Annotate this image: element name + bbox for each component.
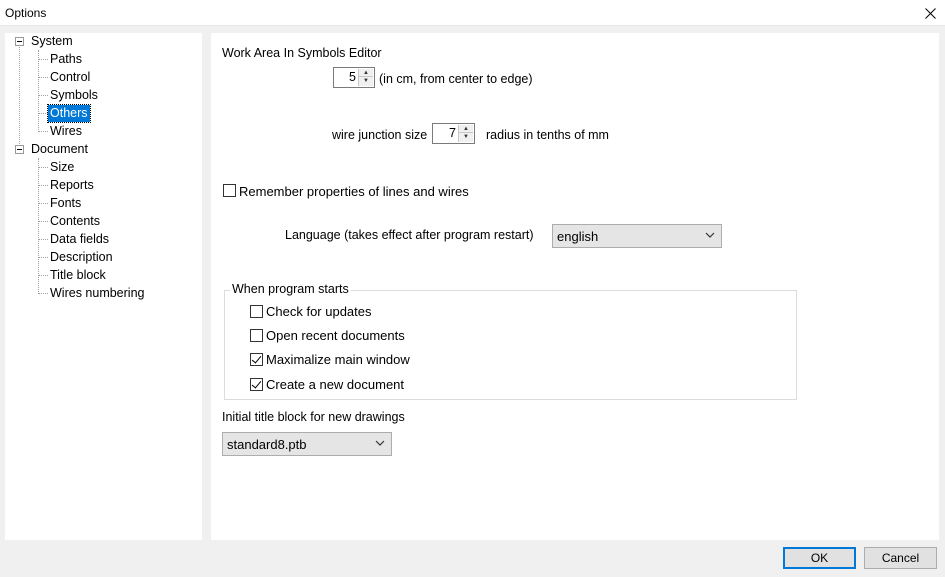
tree-item-wires[interactable]: Wires xyxy=(48,123,84,140)
language-select[interactable]: english xyxy=(552,224,722,248)
create-new-label: Create a new document xyxy=(266,377,405,392)
spin-up-icon[interactable]: ▲ xyxy=(459,125,473,133)
ok-button[interactable]: OK xyxy=(783,547,856,569)
create-new-checkbox[interactable] xyxy=(250,378,263,391)
spin-down-icon[interactable]: ▼ xyxy=(359,77,373,85)
tree-item-paths[interactable]: Paths xyxy=(48,51,84,68)
maximalize-checkbox[interactable] xyxy=(250,353,263,366)
remember-checkbox[interactable] xyxy=(223,184,236,197)
title-bar: Options xyxy=(0,0,945,26)
tree-item-description[interactable]: Description xyxy=(48,249,115,266)
junction-spinner[interactable]: 7 ▲ ▼ xyxy=(432,123,475,144)
tree-item-size[interactable]: Size xyxy=(48,159,76,176)
tree-item-title-block[interactable]: Title block xyxy=(48,267,108,284)
window-title: Options xyxy=(5,6,47,20)
chevron-down-icon xyxy=(705,232,715,238)
tree-item-document[interactable]: Document xyxy=(29,141,90,158)
check-updates-label: Check for updates xyxy=(266,304,372,319)
maximalize-label: Maximalize main window xyxy=(266,352,410,367)
startup-legend: When program starts xyxy=(230,282,351,296)
open-recent-checkbox[interactable] xyxy=(250,329,263,342)
title-block-select[interactable]: standard8.ptb xyxy=(222,432,392,456)
work-area-unit: (in cm, from center to edge) xyxy=(379,72,533,86)
tree-item-data-fields[interactable]: Data fields xyxy=(48,231,111,248)
junction-label: wire junction size xyxy=(332,128,428,142)
language-value: english xyxy=(557,229,599,244)
work-area-value: 5 xyxy=(349,70,356,84)
language-label: Language (takes effect after program res… xyxy=(285,228,534,242)
work-area-spinner[interactable]: 5 ▲ ▼ xyxy=(333,67,375,88)
title-block-value: standard8.ptb xyxy=(227,437,307,452)
work-area-heading: Work Area In Symbols Editor xyxy=(222,46,382,60)
tree-collapse-icon[interactable] xyxy=(15,145,24,154)
tree-item-others[interactable]: Others xyxy=(47,104,91,123)
cancel-button[interactable]: Cancel xyxy=(864,547,937,569)
tree-item-fonts[interactable]: Fonts xyxy=(48,195,83,212)
remember-label: Remember properties of lines and wires xyxy=(239,184,469,199)
spin-up-icon[interactable]: ▲ xyxy=(359,69,373,77)
title-block-label: Initial title block for new drawings xyxy=(222,410,405,424)
startup-group: When program starts Check for updates Op… xyxy=(224,282,797,400)
close-icon xyxy=(924,7,936,19)
options-panel: Work Area In Symbols Editor 5 ▲ ▼ (in cm,… xyxy=(211,33,939,540)
tree-item-contents[interactable]: Contents xyxy=(48,213,102,230)
tree-item-system[interactable]: System xyxy=(29,33,75,50)
tree-collapse-icon[interactable] xyxy=(15,37,24,46)
check-updates-checkbox[interactable] xyxy=(250,305,263,318)
tree-item-wires-numbering[interactable]: Wires numbering xyxy=(48,285,146,302)
tree-item-reports[interactable]: Reports xyxy=(48,177,96,194)
junction-value: 7 xyxy=(449,126,456,140)
tree-item-control[interactable]: Control xyxy=(48,69,92,86)
close-button[interactable] xyxy=(915,0,945,26)
chevron-down-icon xyxy=(375,440,385,446)
spin-down-icon[interactable]: ▼ xyxy=(459,133,473,141)
open-recent-label: Open recent documents xyxy=(266,328,405,343)
junction-unit: radius in tenths of mm xyxy=(486,128,609,142)
options-tree[interactable]: System Paths Control Symbols Others Wire… xyxy=(5,33,202,540)
tree-item-symbols[interactable]: Symbols xyxy=(48,87,100,104)
